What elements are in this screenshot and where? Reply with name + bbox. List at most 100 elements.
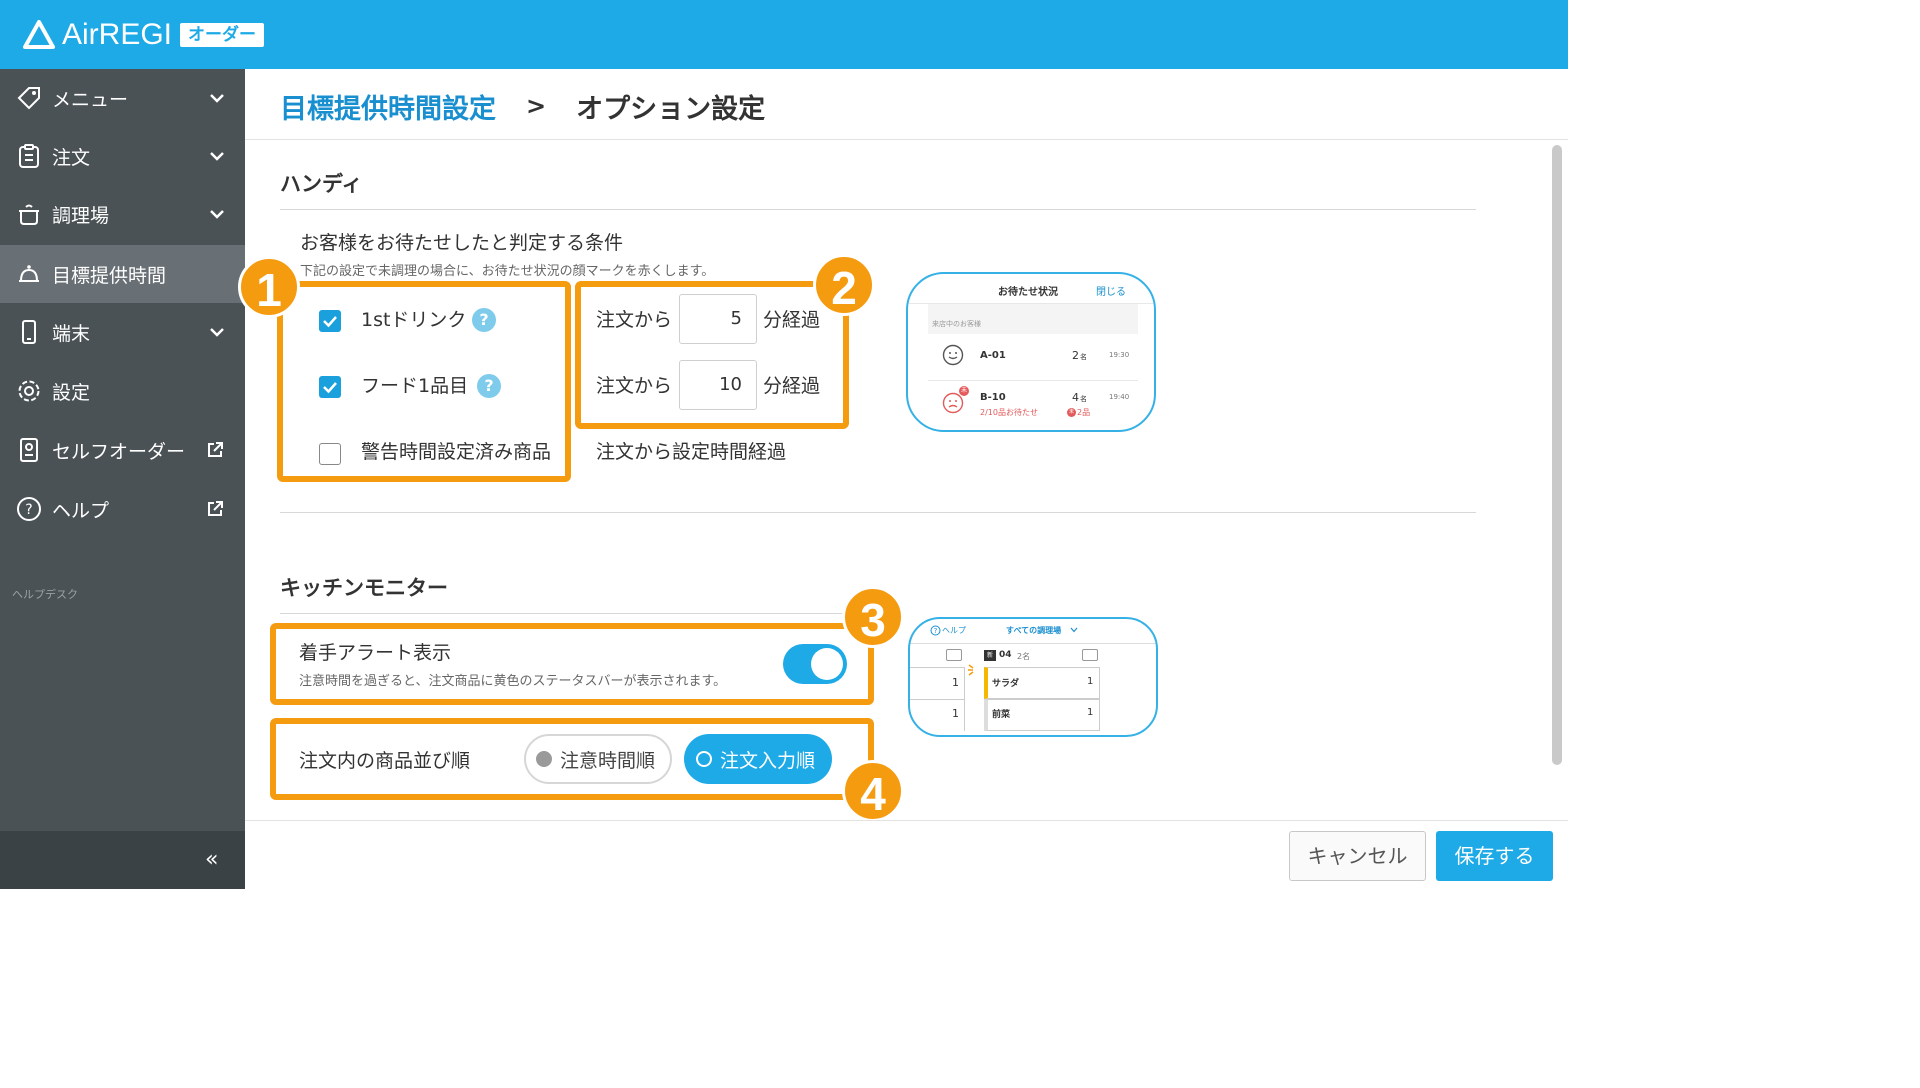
- cooking-pot-icon: [19, 204, 39, 225]
- checkbox-warning-items[interactable]: [319, 443, 341, 465]
- preview-order-number: 04: [999, 650, 1012, 660]
- app-brand: AirREGI: [62, 18, 173, 51]
- checkmark-icon: [323, 316, 337, 328]
- unserved-badge: 未: [1067, 408, 1076, 417]
- sidebar-item-help[interactable]: ? ヘルプ: [0, 480, 245, 538]
- section-divider: [280, 512, 1476, 513]
- chevron-down-icon: [210, 152, 224, 161]
- first-drink-minutes-input[interactable]: 5: [679, 294, 757, 344]
- sidebar-item-label: メニュー: [52, 88, 129, 111]
- alert-label: 着手アラート表示: [299, 642, 452, 664]
- callout-badge-3: 3: [842, 586, 904, 648]
- header-divider: [245, 139, 1568, 140]
- warning-items-condition-text: 注文から設定時間経過: [596, 441, 787, 463]
- breadcrumb-parent-link[interactable]: 目標提供時間設定: [280, 87, 496, 126]
- sort-option-label: 注文入力順: [720, 749, 816, 772]
- condition-title: お客様をお待たせしたと判定する条件: [300, 232, 624, 254]
- list-icon: [946, 649, 962, 661]
- sidebar-item-self-order[interactable]: セルフオーダー: [0, 421, 245, 479]
- preview-item-qty: 1: [1087, 707, 1094, 718]
- sidebar-item-kitchen[interactable]: 調理場: [0, 185, 245, 243]
- first-food-label: フード1品目: [361, 375, 469, 397]
- preview-divider: [928, 380, 1138, 381]
- preview-item-qty: 1: [1087, 676, 1094, 687]
- helpdesk-link[interactable]: ヘルプデスク: [12, 586, 78, 602]
- warning-items-label: 警告時間設定済み商品: [361, 441, 552, 463]
- preview-qty-left: 1: [952, 707, 959, 720]
- sidebar-item-menu[interactable]: メニュー: [0, 69, 245, 127]
- preview-help: ヘルプ: [942, 626, 966, 635]
- preview-subheader: 来店中のお客様: [928, 304, 1138, 334]
- toggle-knob: [811, 648, 843, 680]
- smile-face-icon: [942, 344, 964, 366]
- sort-order-label: 注文内の商品並び順: [299, 750, 471, 772]
- breadcrumb: 目標提供時間設定 > オプション設定: [280, 86, 765, 126]
- gear-icon: [18, 380, 40, 402]
- sidebar-item-label: 目標提供時間: [52, 264, 167, 287]
- help-tooltip-icon[interactable]: ?: [472, 308, 496, 332]
- sort-option-label: 注意時間順: [560, 749, 656, 772]
- checkmark-icon: [323, 382, 337, 394]
- minutes-elapsed-label: 分経過: [763, 309, 821, 331]
- scrollbar[interactable]: [1552, 145, 1562, 765]
- preview-waiting: 2/10品お待たせ: [980, 408, 1038, 417]
- clipboard-icon: [19, 144, 39, 168]
- help-tooltip-icon[interactable]: ?: [477, 374, 501, 398]
- help-circle-icon: ?: [930, 625, 941, 636]
- preview-people-unit: 名: [1080, 353, 1087, 361]
- kitchen-preview-image: ? ヘルプ すべての調理場 新 04 2名 1 1 サラダ 1 前菜 1: [908, 617, 1158, 737]
- sidebar-item-order[interactable]: 注文: [0, 127, 245, 185]
- sort-option-input-order[interactable]: 注文入力順: [684, 734, 832, 784]
- sidebar-item-label: セルフオーダー: [52, 440, 186, 463]
- order-from-label: 注文から: [596, 309, 673, 331]
- preview-people-unit: 名: [1080, 395, 1087, 403]
- alert-toggle[interactable]: [783, 644, 847, 684]
- checkbox-first-food[interactable]: [319, 376, 341, 398]
- order-from-label: 注文から: [596, 375, 673, 397]
- sidebar-item-label: 注文: [52, 146, 91, 169]
- smartphone-icon: [22, 320, 36, 344]
- sidebar: メニュー 注文 調理場 目標提供時間 端末 設定 セルフオーダー ? ヘルプ ヘ…: [0, 69, 245, 889]
- list-icon: [1082, 649, 1098, 661]
- first-drink-label: 1stドリンク: [361, 309, 467, 331]
- self-order-icon: [20, 438, 38, 462]
- new-order-badge: 新: [984, 650, 996, 661]
- collapse-icon: «: [205, 847, 219, 872]
- sort-option-caution-time[interactable]: 注意時間順: [524, 734, 672, 784]
- sidebar-item-device[interactable]: 端末: [0, 303, 245, 361]
- external-link-icon: [208, 442, 223, 457]
- preview-people: 2: [1072, 349, 1079, 362]
- alert-description: 注意時間を過ぎると、注文商品に黄色のステータスバーが表示されます。: [299, 674, 727, 689]
- alert-spark-icon: [968, 664, 974, 676]
- save-button[interactable]: 保存する: [1436, 831, 1553, 881]
- chevron-down-icon: [210, 94, 224, 103]
- tag-icon: [17, 87, 40, 110]
- breadcrumb-separator: >: [526, 92, 547, 120]
- handy-preview-image: お待たせ状況 閉じる 来店中のお客様 A-01 2 名 19:30 未 B-10…: [906, 272, 1156, 432]
- sidebar-item-settings[interactable]: 設定: [0, 362, 245, 420]
- app-logo: AirREGI オーダー: [22, 17, 265, 53]
- preview-people: 4: [1072, 391, 1079, 404]
- checkbox-first-drink[interactable]: [319, 310, 341, 332]
- callout-badge-1: 1: [238, 256, 300, 318]
- sidebar-collapse-button[interactable]: «: [0, 831, 245, 889]
- minutes-elapsed-label: 分経過: [763, 375, 821, 397]
- preview-order-people: 2名: [1017, 652, 1031, 661]
- section-title-kitchen: キッチンモニター: [280, 576, 448, 600]
- sidebar-item-target-time[interactable]: 目標提供時間: [0, 245, 245, 303]
- preview-time: 19:40: [1109, 393, 1130, 401]
- preview-close: 閉じる: [1096, 287, 1126, 298]
- cancel-button[interactable]: キャンセル: [1289, 831, 1426, 881]
- page-title: オプション設定: [576, 93, 766, 125]
- sidebar-item-label: ヘルプ: [52, 499, 110, 522]
- sidebar-item-label: 設定: [52, 381, 91, 404]
- first-food-minutes-input[interactable]: 10: [679, 360, 757, 410]
- preview-subtitle: 来店中のお客様: [932, 320, 981, 328]
- preview-time: 19:30: [1109, 351, 1130, 359]
- external-link-icon: [208, 501, 223, 516]
- preview-items: 2品: [1077, 408, 1091, 417]
- top-bar: AirREGI オーダー: [0, 0, 1568, 69]
- condition-description: 下記の設定で未調理の場合に、お待たせ状況の顔マークを赤くします。: [300, 264, 715, 279]
- radio-icon: [536, 751, 552, 767]
- preview-header: お待たせ状況 閉じる: [908, 274, 1154, 304]
